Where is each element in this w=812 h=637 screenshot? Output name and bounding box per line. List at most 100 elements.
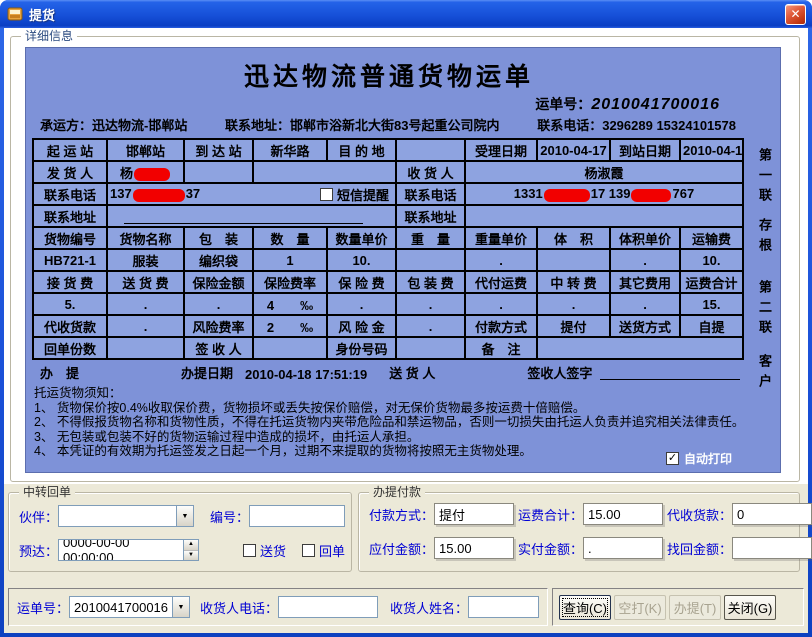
- close-window-button[interactable]: 关闭(G): [724, 595, 776, 620]
- pay-method-field-label: 付款方式：: [369, 505, 434, 524]
- phone-text: 37: [186, 186, 200, 201]
- partner-value: [59, 506, 176, 526]
- goods-header: 数 量: [253, 227, 327, 249]
- goods-value: [396, 249, 465, 271]
- eta-spinner[interactable]: 0000-00-00 00:00:00 ▲ ▼: [58, 539, 199, 561]
- goods-value: 编织袋: [184, 249, 253, 271]
- waybill-no-combobox[interactable]: 2010041700016 ▼: [69, 596, 190, 618]
- copy1-sub: 存根: [755, 218, 774, 258]
- eta-label: 预达：: [19, 541, 58, 560]
- table-row-fee-headers: 接 货 费 送 货 费 保险金额 保险费率 保 险 费 包 装 费 代付运费 中…: [33, 271, 743, 293]
- close-icon: ✕: [790, 7, 800, 21]
- detail-group-label: 详细信息: [21, 29, 77, 43]
- window-title: 提货: [29, 5, 785, 24]
- accept-date-value: 2010-04-17: [537, 139, 610, 161]
- arrive-date-value: 2010-04-18: [680, 139, 743, 161]
- fee-header: 运费合计: [680, 271, 743, 293]
- partner-combobox[interactable]: ▼: [58, 505, 194, 527]
- pay-method-box[interactable]: 提付: [434, 503, 514, 525]
- origin-station-value: 邯郸站: [107, 139, 184, 161]
- waybill-no-combo-value: 2010041700016: [70, 597, 172, 617]
- table-row-payment: 代收货款 . 风险费率 2 ‰ 风 险 金 . 付款方式 提付 送货方式 自提: [33, 315, 743, 337]
- goods-value: [537, 249, 610, 271]
- sender-phone-value: 13737: [110, 186, 200, 201]
- destination-label: 目 的 地: [327, 139, 396, 161]
- freight-total-label: 运费合计：: [518, 505, 583, 524]
- carrier-text: 承运方：迅达物流-邯郸站: [40, 115, 187, 134]
- partner-label: 伙伴：: [19, 507, 58, 526]
- query-button[interactable]: 查询(C): [559, 595, 611, 620]
- copy2-title: 第二联: [755, 280, 774, 340]
- fee-value: 5.: [33, 293, 107, 315]
- fee-header: 送 货 费: [107, 271, 184, 293]
- close-button[interactable]: ✕: [785, 4, 806, 25]
- remark-label: 备 注: [465, 337, 537, 359]
- goods-header: 包 装: [184, 227, 253, 249]
- title-bar[interactable]: 提货 ✕: [0, 0, 812, 28]
- delivery-checkbox[interactable]: [243, 544, 256, 557]
- chevron-down-icon: ▼: [182, 513, 189, 520]
- pay-method-label: 付款方式: [465, 315, 537, 337]
- fee-header: 保险费率: [253, 271, 327, 293]
- note-item: 3、 无包装或包装不好的货物运输过程中造成的损坏，由托运人承担。: [34, 430, 746, 445]
- delivery-method-label: 送货方式: [610, 315, 680, 337]
- risk-fee-label: 风 险 金: [327, 315, 396, 337]
- goods-header: 重 量: [396, 227, 465, 249]
- receiver-address-value: [465, 205, 743, 227]
- sms-remind-label: 短信提醒: [337, 185, 389, 204]
- carrier-line: 承运方：迅达物流-邯郸站 联系地址：邯郸市浴新北大街83号起重公司院内 联系电话…: [32, 114, 746, 137]
- note-item: 1、 货物保价按0.4%收取保价费，货物损坏或丢失按保价赔偿，对无保价货物最多按…: [34, 401, 746, 416]
- destination-value: [396, 139, 465, 161]
- waybill-panel: 迅达物流普通货物运单 运单号：2010041700016 承运方：迅达物流-邯郸…: [25, 47, 781, 473]
- fee-header: 中 转 费: [537, 271, 610, 293]
- auto-print-checkbox[interactable]: ✓: [666, 452, 679, 465]
- fee-value: .: [610, 293, 680, 315]
- app-window: 提货 ✕ 详细信息 迅达物流普通货物运单 运单号：2010041700016 承…: [0, 0, 812, 637]
- risk-rate-label: 风险费率: [184, 315, 253, 337]
- receipt-checkbox[interactable]: [302, 544, 315, 557]
- waybill-no-line: 运单号：2010041700016: [32, 94, 746, 114]
- goods-value: .: [610, 249, 680, 271]
- pay-method-field: 付款方式： 提付: [369, 503, 514, 525]
- fee-header: 保 险 费: [327, 271, 396, 293]
- waybill-table: 起 运 站 邯郸站 到 达 站 新华路 目 的 地 受理日期 2010-04-1…: [32, 138, 744, 360]
- redacted-text: [133, 189, 185, 202]
- spin-up-icon[interactable]: ▲: [184, 540, 198, 551]
- fee-value: .: [184, 293, 253, 315]
- freight-total-box[interactable]: 15.00: [583, 503, 663, 525]
- spin-down-icon[interactable]: ▼: [184, 551, 198, 561]
- cod-amount-box[interactable]: 0: [732, 503, 812, 525]
- paid-amount-label: 实付金额：: [518, 539, 583, 558]
- transfer-no-label: 编号：: [210, 507, 249, 526]
- goods-value: 10.: [327, 249, 396, 271]
- partner-dropdown-button[interactable]: ▼: [176, 506, 193, 526]
- transfer-no-input[interactable]: [249, 505, 345, 527]
- waybill-no-dropdown-button[interactable]: ▼: [172, 597, 189, 617]
- payable-amount-box[interactable]: 15.00: [434, 537, 514, 559]
- cod-amount-label: 代收货款：: [667, 505, 732, 524]
- arrival-station-label: 到 达 站: [184, 139, 253, 161]
- receiver-name-input[interactable]: [468, 596, 539, 618]
- empty-cell: [184, 161, 253, 183]
- goods-value: .: [465, 249, 537, 271]
- cod-label: 代收货款: [33, 315, 107, 337]
- change-amount-box[interactable]: [732, 537, 812, 559]
- arrive-date-label: 到站日期: [610, 139, 680, 161]
- phone-text: 17 139: [591, 186, 631, 201]
- sign-label: 签收人签字: [527, 363, 592, 382]
- paid-amount-box[interactable]: .: [583, 537, 663, 559]
- receipt-label: 回单: [319, 541, 345, 560]
- fee-header: 其它费用: [610, 271, 680, 293]
- goods-header: 重量单价: [465, 227, 537, 249]
- sms-remind-checkbox[interactable]: [320, 188, 333, 201]
- accept-date-label: 受理日期: [465, 139, 537, 161]
- goods-value: HB721-1: [33, 249, 107, 271]
- freight-total-field: 运费合计： 15.00: [518, 503, 663, 525]
- goods-header: 货物名称: [107, 227, 184, 249]
- receiver-address-label: 联系地址: [396, 205, 465, 227]
- transfer-group-label: 中转回单: [19, 485, 75, 499]
- table-row-stations: 起 运 站 邯郸站 到 达 站 新华路 目 的 地 受理日期 2010-04-1…: [33, 139, 743, 161]
- receiver-phone-input[interactable]: [278, 596, 378, 618]
- fee-value: .: [107, 293, 184, 315]
- receiver-label: 收 货 人: [396, 161, 465, 183]
